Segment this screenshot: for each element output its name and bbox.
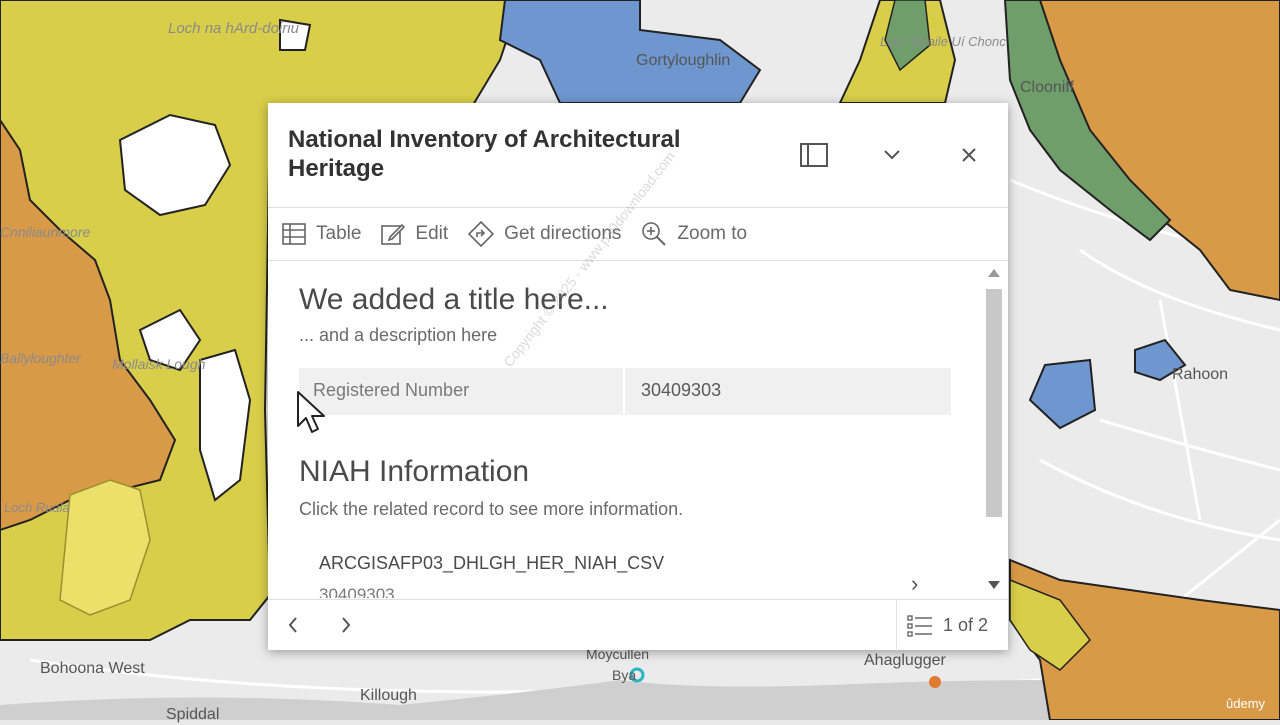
next-button[interactable] xyxy=(331,610,361,640)
list-icon xyxy=(907,614,932,637)
popup-actions: Table Edit Get directions Zoom to xyxy=(268,208,1008,261)
map-label: Loch Ruala xyxy=(4,500,70,515)
close-icon xyxy=(962,148,976,162)
field-label: Registered Number xyxy=(313,380,470,400)
pager-label: 1 of 2 xyxy=(943,615,989,635)
content-description: ... and a description here xyxy=(299,325,498,345)
map-label: Ahaglugger xyxy=(864,652,946,669)
table-icon xyxy=(282,223,306,245)
feature-pager[interactable]: 1 of 2 xyxy=(896,600,1009,651)
mouse-cursor-icon xyxy=(297,391,325,433)
map-label: Gortyloughlin xyxy=(636,52,731,69)
section-title: NIAH Information xyxy=(299,455,530,488)
zoom-in-icon xyxy=(642,222,667,246)
related-record[interactable]: ARCGISAFP03_DHLGH_HER_NIAH_CSV 30409303 … xyxy=(299,541,929,598)
map-label: Bohoona West xyxy=(40,660,145,677)
map-label: Cnniliaunmore xyxy=(0,224,91,240)
scrollbar-graphic xyxy=(986,269,1002,589)
scrollbar[interactable] xyxy=(984,265,1004,595)
popup-content: We added a title here... ... and a descr… xyxy=(268,261,1008,598)
dock-button[interactable] xyxy=(794,137,834,173)
previous-button[interactable] xyxy=(278,610,308,640)
record-name: ARCGISAFP03_DHLGH_HER_NIAH_CSV xyxy=(319,553,665,573)
chevron-right-icon xyxy=(342,617,351,633)
popup-title: National Inventory of Architectural Heri… xyxy=(288,126,681,182)
section-subtitle: Click the related record to see more inf… xyxy=(299,499,684,519)
map-label: Bya xyxy=(612,667,637,683)
directions-icon xyxy=(468,221,495,247)
map-label: Loch na hArd-doiriu xyxy=(168,20,299,37)
field-row: Registered Number 30409303 xyxy=(299,368,951,415)
edit-label: Edit xyxy=(415,223,449,244)
chevron-right-icon: › xyxy=(911,571,919,596)
zoom-label: Zoom to xyxy=(677,223,748,244)
zoom-action[interactable]: Zoom to xyxy=(641,221,747,247)
edit-icon xyxy=(381,223,406,245)
edit-action[interactable]: Edit xyxy=(381,222,448,246)
record-id: 30409303 xyxy=(319,585,395,598)
field-value: 30409303 xyxy=(641,380,722,400)
map-label: Mollaisk Lough xyxy=(112,356,206,372)
field-divider xyxy=(623,368,625,415)
close-button[interactable] xyxy=(949,137,989,173)
chevron-down-icon xyxy=(884,150,900,160)
popup-footer: 1 of 2 xyxy=(268,599,1008,651)
map-label: Ballyloughter xyxy=(0,350,81,366)
map-label: Clooniff xyxy=(1020,79,1074,96)
map-label: Rahoon xyxy=(1172,366,1229,383)
collapse-button[interactable] xyxy=(872,137,912,173)
map-label: Loch Bhaile Uí Chonc xyxy=(880,34,1006,49)
dock-icon xyxy=(800,143,828,167)
udemy-logo: ûdemy xyxy=(1226,696,1266,711)
map-label: Spiddal xyxy=(166,706,220,723)
table-label: Table xyxy=(316,223,362,244)
chevron-left-icon xyxy=(288,617,297,633)
map-label: Killough xyxy=(360,687,417,704)
table-action[interactable]: Table xyxy=(282,223,361,245)
